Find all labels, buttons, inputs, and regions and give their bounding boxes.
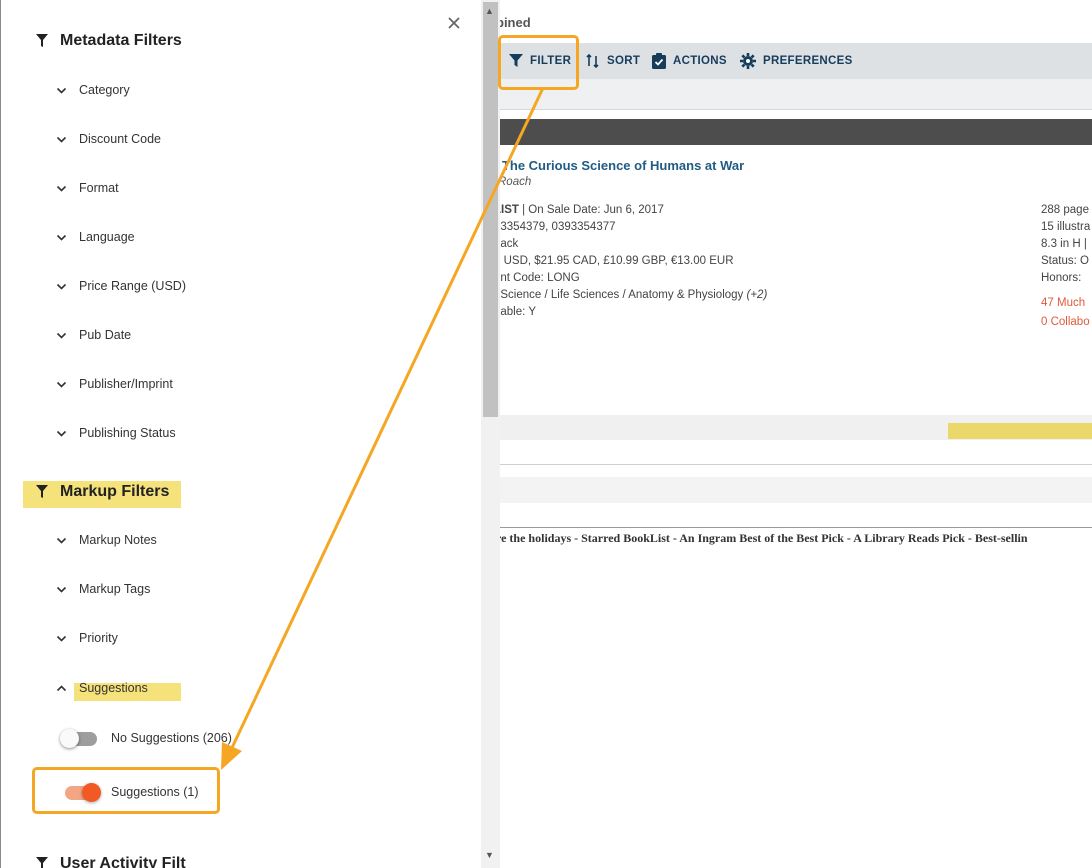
sort-button[interactable]: SORT [586, 43, 640, 79]
filter-item-price-range-usd[interactable]: Price Range (USD) [56, 279, 186, 293]
filter-item-priority[interactable]: Priority [56, 631, 118, 645]
main-content: bined FILTER SORT ACTIONS PREFERENCES : … [480, 0, 1092, 868]
actions-button[interactable]: ACTIONS [652, 43, 727, 79]
book-isbn: 93354379, 0393354377 [494, 221, 616, 233]
scroll-up-icon[interactable]: ▲ [485, 6, 494, 16]
book-status: Status: O [1041, 255, 1089, 267]
chevron-down-icon [56, 381, 67, 388]
filter-item-markup-notes[interactable]: Markup Notes [56, 533, 157, 547]
close-icon[interactable] [444, 13, 464, 33]
chevron-down-icon [56, 185, 67, 192]
filter-callout-box [498, 35, 579, 90]
book-discount: unt Code: LONG [494, 272, 580, 284]
filter-item-publisher-imprint[interactable]: Publisher/Imprint [56, 377, 173, 391]
scrollbar-thumb[interactable] [483, 2, 498, 417]
clipboard-check-icon [652, 53, 666, 69]
chevron-down-icon [56, 332, 67, 339]
book-author: Roach [498, 176, 532, 188]
toggle-label: No Suggestions (206) [111, 731, 232, 745]
filter-item-publishing-status[interactable]: Publishing Status [56, 426, 176, 440]
book-price: 5 USD, $21.95 CAD, £10.99 GBP, €13.00 EU… [494, 255, 734, 267]
gear-icon [740, 53, 756, 69]
suggestions-callout-box [32, 767, 220, 814]
chevron-down-icon [56, 586, 67, 593]
user-activity-filters-heading[interactable]: User Activity Filt [36, 855, 186, 868]
chevron-down-icon [56, 136, 67, 143]
divider [480, 464, 1092, 465]
accolades-text: re the holidays - Starred BookList - An … [496, 531, 1028, 545]
filter-item-discount-code[interactable]: Discount Code [56, 132, 161, 146]
result-header-bar [480, 119, 1092, 145]
filter-item-suggestions[interactable]: Suggestions [56, 681, 148, 695]
chevron-down-icon [56, 234, 67, 241]
chevron-down-icon [56, 87, 67, 94]
section-bar-2 [480, 477, 1092, 503]
collab-link[interactable]: 0 Collabo [1041, 316, 1090, 328]
preferences-button[interactable]: PREFERENCES [740, 43, 853, 79]
book-size: 8.3 in H | [1041, 238, 1087, 250]
filter-item-markup-tags[interactable]: Markup Tags [56, 582, 150, 596]
filter-icon [36, 34, 48, 47]
book-subject: : Science / Life Sciences / Anatomy & Ph… [494, 289, 768, 301]
book-pages: 288 page [1041, 204, 1089, 216]
book-returnable: nable: Y [494, 306, 536, 318]
book-illustrations: 15 illustra [1041, 221, 1091, 233]
much-link[interactable]: 47 Much [1041, 297, 1085, 309]
chevron-down-icon [56, 537, 67, 544]
filter-item-language[interactable]: Language [56, 230, 135, 244]
filter-icon [36, 485, 48, 498]
metadata-filters-heading[interactable]: Metadata Filters [36, 32, 182, 50]
book-title-link[interactable]: : The Curious Science of Humans at War [494, 158, 744, 173]
chevron-down-icon [56, 283, 67, 290]
chevron-up-icon [56, 684, 67, 691]
chevron-down-icon [56, 430, 67, 437]
divider [480, 527, 1092, 528]
highlight-bar [948, 423, 1092, 439]
sort-icon [586, 54, 599, 68]
filter-item-category[interactable]: Category [56, 83, 130, 97]
chevron-down-icon [56, 635, 67, 642]
filter-item-pub-date[interactable]: Pub Date [56, 328, 131, 342]
panel-scrollbar[interactable]: ▲ ▼ [480, 0, 500, 868]
book-line-status: LIST | On Sale Date: Jun 6, 2017 [494, 204, 664, 216]
breadcrumb: bined [496, 15, 531, 30]
toggle-track[interactable] [60, 729, 97, 748]
book-honors: Honors: [1041, 272, 1082, 284]
filter-item-format[interactable]: Format [56, 181, 119, 195]
scroll-down-icon[interactable]: ▼ [485, 850, 494, 860]
filter-panel: Metadata Filters Category Discount Code Fo… [0, 0, 481, 868]
toggle-knob[interactable] [60, 729, 79, 748]
filter-icon [36, 857, 48, 868]
markup-filters-heading[interactable]: Markup Filters [36, 483, 169, 501]
